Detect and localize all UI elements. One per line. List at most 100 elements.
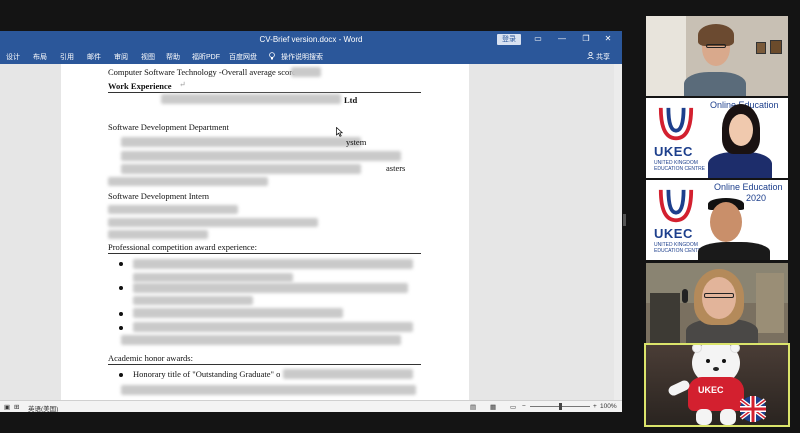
- tab-view[interactable]: 视图: [141, 52, 155, 62]
- redacted-line: [108, 177, 268, 186]
- tab-help[interactable]: 帮助: [166, 52, 180, 62]
- zoom-slider-thumb[interactable]: [559, 403, 562, 410]
- lightbulb-icon[interactable]: [269, 52, 275, 62]
- person-face: [729, 114, 753, 146]
- system-suffix: ystem: [346, 137, 367, 147]
- bullet: [119, 286, 123, 290]
- person-body: [684, 72, 746, 96]
- redacted-line: [108, 230, 208, 239]
- tab-mailings[interactable]: 邮件: [87, 52, 101, 62]
- person-body: [698, 242, 770, 260]
- ukec-logo-text: UKEC: [654, 226, 693, 241]
- ribbon-tabs: 设计 布局 引用 邮件 审阅 视图 帮助 福昕PDF 百度网盘 操作说明搜索 共…: [0, 48, 622, 64]
- window-background: [646, 16, 686, 96]
- language-indicator[interactable]: 英语(美国): [28, 403, 58, 412]
- tab-design[interactable]: 设计: [6, 52, 20, 62]
- participant-tile-5-active-speaker[interactable]: UKEC: [644, 343, 790, 427]
- union-jack-icon: [739, 396, 767, 422]
- share-button[interactable]: 共享: [587, 51, 610, 62]
- awards-heading: Professional competition award experienc…: [108, 242, 257, 252]
- shelf: [756, 273, 784, 333]
- person-face: [710, 202, 742, 242]
- course-line: Computer Software Technology -Overall av…: [108, 67, 296, 77]
- participant-tile-3[interactable]: UKEC UNITED KINGDOM EDUCATION CENTRE Onl…: [646, 180, 788, 260]
- mascot-eye: [722, 359, 726, 363]
- restore-icon[interactable]: ❐: [580, 33, 592, 45]
- mouse-cursor-icon: [336, 127, 343, 137]
- ukec-logo-icon: [658, 189, 694, 223]
- ribbon-display-icon[interactable]: ▭: [532, 33, 544, 45]
- person-body: [708, 152, 772, 178]
- redacted-line: [121, 335, 401, 345]
- redacted-line: [133, 296, 253, 305]
- mascot-eye: [706, 359, 710, 363]
- page-icon[interactable]: ▣: [4, 403, 10, 411]
- bullet: [119, 326, 123, 330]
- tell-me-search[interactable]: 操作说明搜索: [281, 52, 323, 62]
- person-hair: [698, 24, 734, 46]
- redacted-line: [133, 283, 408, 293]
- proofing-icon[interactable]: ⊞: [14, 403, 19, 411]
- redacted-line: [121, 164, 361, 174]
- department-1: Software Development Department: [108, 122, 229, 132]
- web-layout-icon[interactable]: ▭: [510, 403, 516, 411]
- online-education-banner: Online Education: [714, 182, 783, 192]
- redacted-line: [283, 369, 413, 379]
- tab-review[interactable]: 审阅: [114, 52, 128, 62]
- participant-tile-2[interactable]: UKEC UNITED KINGDOM EDUCATION CENTRE Onl…: [646, 98, 788, 178]
- company-suffix: Ltd: [344, 95, 358, 105]
- vertical-scrollbar[interactable]: [614, 64, 622, 400]
- tab-foxit-pdf[interactable]: 福昕PDF: [192, 52, 220, 62]
- redacted-line: [108, 205, 238, 214]
- print-layout-icon[interactable]: ▦: [490, 403, 496, 411]
- meeting-screen: CV-Brief version.docx - Word 登录 ▭ — ❐ ✕ …: [0, 0, 800, 433]
- tab-references[interactable]: 引用: [60, 52, 74, 62]
- online-education-year: 2020: [746, 193, 767, 203]
- close-icon[interactable]: ✕: [602, 33, 614, 45]
- login-button[interactable]: 登录: [497, 34, 521, 45]
- honors-heading: Academic honor awards:: [108, 353, 193, 363]
- redacted-line: [133, 273, 293, 282]
- redacted-line: [108, 218, 318, 227]
- bullet: [119, 262, 123, 266]
- glasses: [704, 293, 734, 298]
- panel-splitter[interactable]: [623, 214, 626, 226]
- participant-tile-4[interactable]: [646, 263, 788, 343]
- bullet: [119, 312, 123, 316]
- tab-layout[interactable]: 布局: [33, 52, 47, 62]
- masters-suffix: asters: [386, 163, 406, 173]
- chair: [650, 293, 680, 343]
- heading-rule: [108, 92, 421, 93]
- share-label: 共享: [596, 54, 610, 61]
- ukec-logo-text: UKEC: [654, 144, 693, 159]
- person-face: [702, 277, 736, 319]
- zoom-in-icon[interactable]: +: [593, 403, 597, 410]
- mascot-nose: [713, 367, 719, 371]
- heading-rule: [108, 253, 421, 254]
- department-2: Software Development Intern: [108, 191, 210, 201]
- document-page[interactable]: Computer Software Technology -Overall av…: [61, 64, 469, 400]
- redacted-line: [121, 385, 416, 395]
- redacted-score: [291, 67, 321, 77]
- shared-word-window: CV-Brief version.docx - Word 登录 ▭ — ❐ ✕ …: [0, 31, 622, 412]
- wall-picture: [770, 40, 782, 54]
- minimize-icon[interactable]: —: [556, 33, 568, 45]
- zoom-out-icon[interactable]: −: [522, 403, 526, 410]
- redacted-line: [133, 259, 413, 269]
- ukec-logo-subtitle: UNITED KINGDOM EDUCATION CENTRE: [654, 160, 706, 172]
- heading-rule: [108, 364, 421, 365]
- redacted-line: [133, 322, 413, 332]
- document-title: CV-Brief version.docx - Word: [259, 35, 363, 44]
- document-canvas: Computer Software Technology -Overall av…: [0, 64, 622, 400]
- work-experience-heading: Work Experience: [108, 81, 172, 91]
- mascot-leg: [696, 409, 712, 425]
- mascot-leg: [720, 409, 736, 425]
- glasses: [706, 44, 726, 48]
- redacted-company: [161, 94, 341, 104]
- redacted-line: [121, 151, 401, 161]
- participant-tile-1[interactable]: [646, 16, 788, 96]
- redacted-line: [121, 137, 361, 147]
- read-mode-icon[interactable]: ▤: [470, 403, 476, 411]
- tab-baidu-netdisk[interactable]: 百度网盘: [229, 52, 257, 62]
- zoom-level[interactable]: 100%: [600, 403, 617, 410]
